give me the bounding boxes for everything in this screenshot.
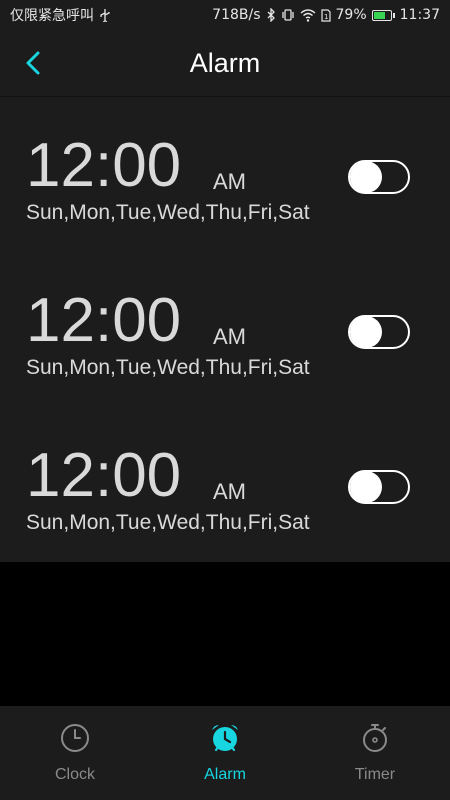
nav-label: Alarm [204,766,246,783]
wifi-icon [300,8,316,22]
sim-icon: 1 [320,8,331,22]
nav-item-clock[interactable]: Clock [0,706,150,800]
nav-label: Clock [54,766,95,783]
clock-icon [61,724,89,752]
clock-time: 11:37 [399,7,440,23]
nav-item-alarm[interactable]: Alarm [150,706,300,800]
toggle-knob [350,316,382,348]
alarm-toggle[interactable] [348,160,410,194]
alarm-time: 12:00 [26,131,182,200]
nav-label: Timer [354,766,396,783]
alarm-days: Sun,Mon,Tue,Wed,Thu,Fri,Sat [26,511,310,534]
usb-icon [99,8,111,22]
alarm-item[interactable]: 12:00 AM Sun,Mon,Tue,Wed,Thu,Fri,Sat [0,97,450,252]
battery-percent: 79% [335,7,367,23]
bluetooth-icon [266,8,276,22]
battery-fill [373,11,386,19]
alarm-ampm: AM [213,479,246,504]
vibrate-icon [281,8,295,22]
status-right: 718B/s 1 79% 11:37 [212,7,440,23]
status-left: 仅限紧急呼叫 [10,5,111,25]
battery-icon [371,9,395,21]
svg-text:1: 1 [324,13,328,21]
network-speed: 718B/s [212,7,261,23]
carrier-text: 仅限紧急呼叫 [10,8,94,24]
alarm-ampm: AM [213,169,246,194]
alarm-time: 12:00 [26,441,182,510]
alarm-item[interactable]: 12:00 AM Sun,Mon,Tue,Wed,Thu,Fri,Sat [0,252,450,407]
header: Alarm [0,30,450,97]
stopwatch-icon [363,724,387,752]
alarm-item[interactable]: 12:00 AM Sun,Mon,Tue,Wed,Thu,Fri,Sat [0,407,450,562]
toggle-knob [350,161,382,193]
alarm-time: 12:00 [26,286,182,355]
bottom-nav: Clock Alarm Timer [0,706,450,800]
alarm-list: 12:00 AM Sun,Mon,Tue,Wed,Thu,Fri,Sat 12:… [0,97,450,562]
alarm-toggle[interactable] [348,470,410,504]
alarm-days: Sun,Mon,Tue,Wed,Thu,Fri,Sat [26,201,310,224]
toggle-knob [350,471,382,503]
screen: 仅限紧急呼叫 718B/s 1 79% 11:37 Alarm 12:00 AM… [0,0,450,800]
alarm-clock-icon [212,725,238,752]
alarm-toggle[interactable] [348,315,410,349]
nav-item-timer[interactable]: Timer [300,706,450,800]
page-title: Alarm [189,48,261,78]
alarm-days: Sun,Mon,Tue,Wed,Thu,Fri,Sat [26,356,310,379]
alarm-ampm: AM [213,324,246,349]
status-bar: 仅限紧急呼叫 718B/s 1 79% 11:37 [0,0,450,30]
